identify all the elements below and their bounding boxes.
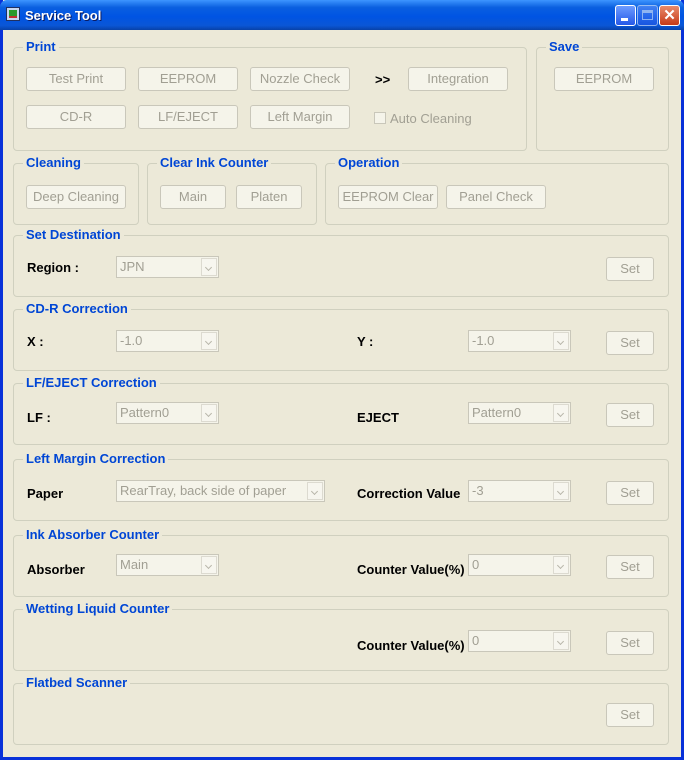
- left-margin-correction-set-button[interactable]: Set: [606, 481, 654, 505]
- wetting-liquid-counter-group-title: Wetting Liquid Counter: [23, 601, 173, 616]
- clear-ink-counter-group-title: Clear Ink Counter: [157, 155, 272, 170]
- save-group: Save: [536, 39, 669, 151]
- correction-value: -3: [472, 483, 484, 498]
- eject-value: Pattern0: [472, 405, 522, 420]
- absorber-counter-value-label: Counter Value(%): [357, 562, 465, 577]
- cdr-y-select[interactable]: -1.0: [468, 330, 571, 352]
- region-label: Region :: [27, 260, 79, 275]
- wetting-counter-value-select[interactable]: 0: [468, 630, 571, 652]
- wetting-counter-value-label: Counter Value(%): [357, 638, 465, 653]
- ink-absorber-set-button[interactable]: Set: [606, 555, 654, 579]
- cdr-y-label: Y :: [357, 334, 374, 349]
- chevron-down-icon[interactable]: [307, 482, 323, 500]
- left-margin-correction-group-title: Left Margin Correction: [23, 451, 169, 466]
- print-group-title: Print: [23, 39, 59, 54]
- auto-cleaning-checkbox[interactable]: [374, 112, 386, 124]
- chevron-down-icon[interactable]: [553, 556, 569, 574]
- lf-eject-correction-group-title: LF/EJECT Correction: [23, 375, 160, 390]
- flatbed-scanner-group: Flatbed Scanner: [13, 675, 669, 745]
- chevron-down-icon[interactable]: [201, 258, 217, 276]
- app-icon: [6, 7, 20, 21]
- maximize-icon: [642, 10, 653, 20]
- lf-eject-button[interactable]: LF/EJECT: [138, 105, 238, 129]
- eeprom-clear-button[interactable]: EEPROM Clear: [338, 185, 438, 209]
- close-button[interactable]: ✕: [659, 5, 680, 26]
- title-bar[interactable]: Service Tool ✕: [0, 0, 684, 30]
- chevron-down-icon[interactable]: [553, 632, 569, 650]
- absorber-label: Absorber: [27, 562, 85, 577]
- lf-eject-correction-set-button[interactable]: Set: [606, 403, 654, 427]
- operation-group-title: Operation: [335, 155, 403, 170]
- paper-value: RearTray, back side of paper: [120, 483, 287, 498]
- save-eeprom-button[interactable]: EEPROM: [554, 67, 654, 91]
- flatbed-scanner-group-title: Flatbed Scanner: [23, 675, 131, 690]
- minimize-button[interactable]: [615, 5, 636, 26]
- close-icon: ✕: [663, 7, 676, 24]
- auto-cleaning-label: Auto Cleaning: [390, 111, 472, 126]
- absorber-counter-value: 0: [472, 557, 480, 572]
- lf-select[interactable]: Pattern0: [116, 402, 219, 424]
- cleaning-group-title: Cleaning: [23, 155, 84, 170]
- nozzle-check-button[interactable]: Nozzle Check: [250, 67, 350, 91]
- chevron-down-icon[interactable]: [201, 404, 217, 422]
- deep-cleaning-button[interactable]: Deep Cleaning: [26, 185, 126, 209]
- eject-select[interactable]: Pattern0: [468, 402, 571, 424]
- cdr-x-value: -1.0: [120, 333, 143, 348]
- left-margin-button[interactable]: Left Margin: [250, 105, 350, 129]
- eject-label: EJECT: [357, 410, 399, 425]
- region-select-value: JPN: [120, 259, 145, 274]
- absorber-value: Main: [120, 557, 149, 572]
- wetting-liquid-set-button[interactable]: Set: [606, 631, 654, 655]
- cdr-correction-set-button[interactable]: Set: [606, 331, 654, 355]
- chevron-down-icon[interactable]: [201, 556, 217, 574]
- paper-select[interactable]: RearTray, back side of paper: [116, 480, 325, 502]
- cdr-x-label: X :: [27, 334, 44, 349]
- flatbed-scanner-set-button[interactable]: Set: [606, 703, 654, 727]
- chevron-down-icon[interactable]: [553, 482, 569, 500]
- minimize-icon: [621, 18, 628, 21]
- panel-check-button[interactable]: Panel Check: [446, 185, 546, 209]
- wetting-counter-value: 0: [472, 633, 480, 648]
- absorber-counter-value-select[interactable]: 0: [468, 554, 571, 576]
- ink-absorber-counter-group-title: Ink Absorber Counter: [23, 527, 163, 542]
- chevron-down-icon[interactable]: [553, 404, 569, 422]
- cdr-x-select[interactable]: -1.0: [116, 330, 219, 352]
- maximize-button[interactable]: [637, 5, 658, 26]
- print-group: Print: [13, 39, 527, 151]
- lf-value: Pattern0: [120, 405, 170, 420]
- test-print-button[interactable]: Test Print: [26, 67, 126, 91]
- chevron-down-icon[interactable]: [201, 332, 217, 350]
- region-select[interactable]: JPN: [116, 256, 219, 278]
- correction-value-select[interactable]: -3: [468, 480, 571, 502]
- print-eeprom-button[interactable]: EEPROM: [138, 67, 238, 91]
- save-group-title: Save: [546, 39, 583, 54]
- clear-ink-main-button[interactable]: Main: [160, 185, 226, 209]
- integration-arrow-label: >>: [375, 72, 391, 87]
- cdr-button[interactable]: CD-R: [26, 105, 126, 129]
- chevron-down-icon[interactable]: [553, 332, 569, 350]
- lf-label: LF :: [27, 410, 51, 425]
- integration-button[interactable]: Integration: [408, 67, 508, 91]
- set-destination-group-title: Set Destination: [23, 227, 124, 242]
- paper-label: Paper: [27, 486, 64, 501]
- window-title: Service Tool: [25, 8, 102, 23]
- set-destination-set-button[interactable]: Set: [606, 257, 654, 281]
- cdr-correction-group-title: CD-R Correction: [23, 301, 131, 316]
- correction-value-label: Correction Value: [357, 486, 461, 501]
- cdr-y-value: -1.0: [472, 333, 495, 348]
- clear-ink-platen-button[interactable]: Platen: [236, 185, 302, 209]
- absorber-select[interactable]: Main: [116, 554, 219, 576]
- set-destination-group: Set Destination: [13, 227, 669, 297]
